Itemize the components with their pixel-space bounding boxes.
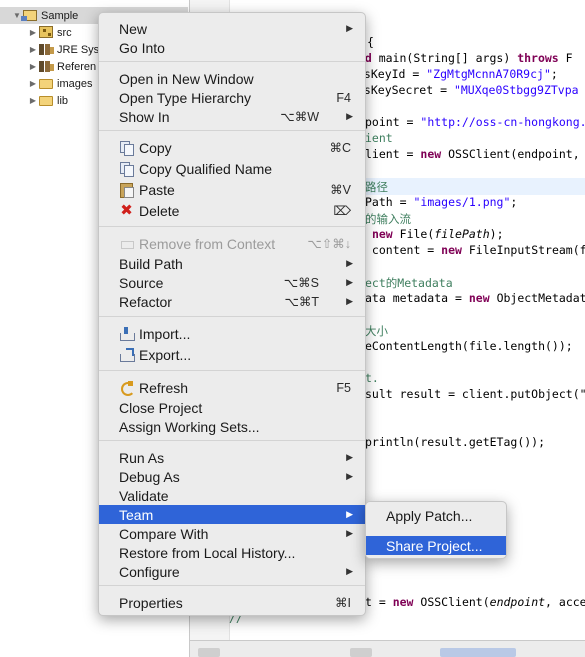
menu-item-new[interactable]: New ▶ [99,19,365,38]
bottom-panel-tabs [190,640,585,657]
code-line: ssKeySecret = "MUXqe0Stbgg9ZTvpa [357,83,579,97]
menu-item-copy[interactable]: Copy ⌘C [99,138,365,157]
submenu-arrow-icon: ▶ [346,277,353,287]
collapse-twisty-icon[interactable]: ▶ [28,79,38,88]
delete-key-icon: ⌦ [333,204,351,218]
code-line: Path = "images/1.png"; [365,195,518,209]
current-line-highlight [365,178,585,195]
code-line: 路径 [365,180,388,194]
menu-item-properties[interactable]: Properties ⌘I [99,593,365,612]
code-line: ssKeyId = "ZgMtgMcnnA70R9cj"; [357,67,558,81]
menu-separator [99,130,365,131]
code-line: lient = new OSSClient(endpoint, [365,147,585,161]
menu-item-build-path[interactable]: Build Path ▶ [99,254,365,273]
import-icon [119,326,135,341]
menu-item-export[interactable]: Export... [99,345,365,364]
menu-item-copy-qualified-name[interactable]: Copy Qualified Name [99,159,365,178]
menu-separator [99,61,365,62]
collapse-twisty-icon[interactable]: ▶ [28,45,38,54]
menu-item-remove-from-context: Remove from Context ⌥⇧⌘↓ [99,234,365,253]
submenu-arrow-icon: ▶ [346,111,353,121]
folder-icon [38,77,54,90]
code-line: ata metadata = new ObjectMetadat [365,291,585,305]
menu-item-go-into[interactable]: Go Into [99,38,365,57]
code-line: t. [365,371,379,385]
package-folder-icon [38,26,54,39]
submenu-arrow-icon: ▶ [346,23,353,33]
menu-item-assign-working-sets[interactable]: Assign Working Sets... [99,417,365,436]
panel-tab[interactable] [350,648,372,657]
code-line: { [367,35,374,49]
menu-item-validate[interactable]: Validate [99,486,365,505]
menu-item-import[interactable]: Import... [99,324,365,343]
menu-separator [99,316,365,317]
code-line: 的输入流 [365,212,411,226]
tree-item-label: lib [57,94,69,107]
submenu-arrow-icon: ▶ [346,509,353,519]
menu-separator [99,370,365,371]
collapse-twisty-icon[interactable]: ▶ [28,28,38,37]
copy-icon [119,140,134,156]
context-menu: New ▶ Go Into Open in New Window Open Typ… [98,12,366,616]
menu-item-open-in-new-window[interactable]: Open in New Window [99,69,365,88]
code-line: content = new FileInputStream(f [365,243,585,257]
menu-item-share-project[interactable]: Share Project... [366,536,506,555]
team-submenu: Apply Patch... Share Project... [365,501,507,559]
code-line: ient [365,131,393,145]
tree-item-label: images [57,77,93,90]
panel-tab[interactable] [198,648,220,657]
submenu-arrow-icon: ▶ [346,471,353,481]
code-line: new File(filePath); [371,227,504,241]
tree-item-label: Sample [41,9,79,22]
tree-item-label: Referen [57,60,97,73]
menu-item-close-project[interactable]: Close Project [99,398,365,417]
submenu-arrow-icon: ▶ [346,566,353,576]
menu-item-delete[interactable]: ✖ Delete ⌦ [99,201,365,220]
collapse-twisty-icon[interactable]: ▶ [28,96,38,105]
code-line: oid main(String[] args) throws F [351,51,573,65]
code-line: t = new OSSClient(endpoint, acce [365,595,585,609]
tree-item-label: src [57,26,72,39]
menu-item-open-type-hierarchy[interactable]: Open Type Hierarchy F4 [99,88,365,107]
menu-item-configure[interactable]: Configure ▶ [99,562,365,581]
library-icon [38,60,54,73]
folder-icon [38,94,54,107]
library-icon [38,43,54,56]
code-line: eContentLength(file.length()); [365,339,573,353]
submenu-arrow-icon: ▶ [346,258,353,268]
submenu-arrow-icon: ▶ [346,452,353,462]
paste-icon [119,182,134,198]
menu-item-debug-as[interactable]: Debug As ▶ [99,467,365,486]
submenu-arrow-icon: ▶ [346,528,353,538]
menu-separator [99,585,365,586]
panel-tab[interactable] [440,648,516,657]
code-line: 大小 [365,324,388,338]
tree-item-label: JRE Sys [57,43,100,56]
code-line: sult result = client.putObject(" [365,387,585,401]
menu-item-refactor[interactable]: Refactor ⌥⌘T ▶ [99,292,365,311]
export-icon [119,347,135,362]
project-icon [21,9,38,22]
menu-item-compare-with[interactable]: Compare With ▶ [99,524,365,543]
menu-item-restore-from-local-history[interactable]: Restore from Local History... [99,543,365,562]
code-line: ect的Metadata [365,276,453,290]
delete-icon: ✖ [120,202,133,219]
menu-item-source[interactable]: Source ⌥⌘S ▶ [99,273,365,292]
menu-item-paste[interactable]: Paste ⌘V [99,180,365,199]
menu-item-team[interactable]: Team ▶ [99,505,365,524]
remove-context-icon [119,236,134,251]
menu-item-apply-patch[interactable]: Apply Patch... [366,506,506,525]
refresh-icon [119,380,135,396]
copy-qualified-icon [119,161,134,177]
menu-item-refresh[interactable]: Refresh F5 [99,378,365,397]
code-line: println(result.getETag()); [365,435,546,449]
collapse-twisty-icon[interactable]: ▶ [28,62,38,71]
menu-separator [99,226,365,227]
submenu-arrow-icon: ▶ [346,296,353,306]
menu-item-run-as[interactable]: Run As ▶ [99,448,365,467]
code-line: point = "http://oss-cn-hongkong.a [365,115,585,129]
menu-separator [99,440,365,441]
menu-item-show-in[interactable]: Show In ⌥⌘W ▶ [99,107,365,126]
